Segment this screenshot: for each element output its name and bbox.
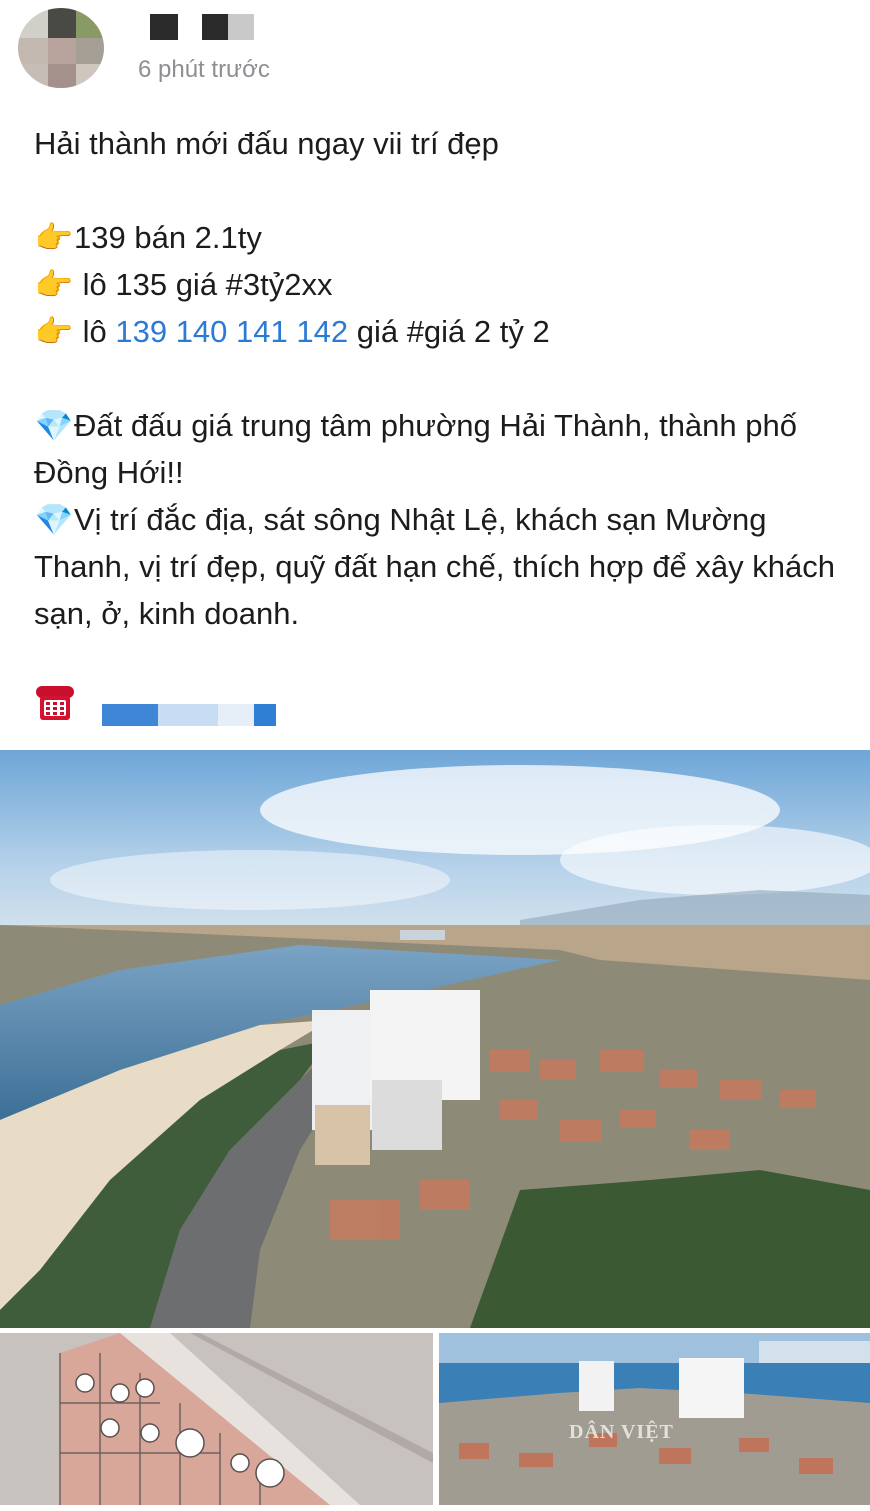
phone-number-blur[interactable] xyxy=(254,704,276,726)
post-line: 💎Đất đấu giá trung tâm phường Hải Thành,… xyxy=(34,402,854,496)
post-line: 👉 lô 139 140 141 142 giá #giá 2 tỷ 2 xyxy=(34,308,854,355)
pointing-hand-icon: 👉 xyxy=(34,267,74,302)
diamond-icon: 💎 xyxy=(34,502,74,537)
diamond-icon: 💎 xyxy=(34,408,74,443)
land-plan-photo[interactable] xyxy=(0,1333,433,1505)
post-timestamp: 6 phút trước xyxy=(138,56,270,83)
post-line: 💎Vị trí đắc địa, sát sông Nhật Lệ, khách… xyxy=(34,496,854,637)
phone-number-link[interactable]: 139 140 141 142 xyxy=(115,314,348,349)
aerial-city-photo[interactable] xyxy=(0,750,870,1328)
pointing-hand-icon: 👉 xyxy=(34,314,74,349)
post-body: Hải thành mới đấu ngay vii trí đẹp 👉139 … xyxy=(34,120,854,637)
phone-number-blur[interactable] xyxy=(218,704,254,726)
post-header: 6 phút trước xyxy=(0,0,870,100)
author-name-blur[interactable] xyxy=(150,14,178,40)
author-name-blur[interactable] xyxy=(202,14,228,40)
author-name-blur[interactable] xyxy=(228,14,254,40)
phone-number-blur[interactable] xyxy=(158,704,218,726)
post-line: 👉139 bán 2.1ty xyxy=(34,214,854,261)
post-line: Hải thành mới đấu ngay vii trí đẹp xyxy=(34,126,499,161)
coastal-hotel-photo[interactable]: DÂN VIỆT xyxy=(439,1333,870,1505)
contact-row xyxy=(34,680,334,730)
watermark-label: DÂN VIỆT xyxy=(569,1421,674,1443)
pointing-hand-icon: 👉 xyxy=(34,220,74,255)
telephone-icon xyxy=(36,686,74,720)
post-line: 👉 lô 135 giá #3tỷ2xx xyxy=(34,261,854,308)
avatar[interactable] xyxy=(18,8,104,88)
phone-number-blur[interactable] xyxy=(102,704,158,726)
